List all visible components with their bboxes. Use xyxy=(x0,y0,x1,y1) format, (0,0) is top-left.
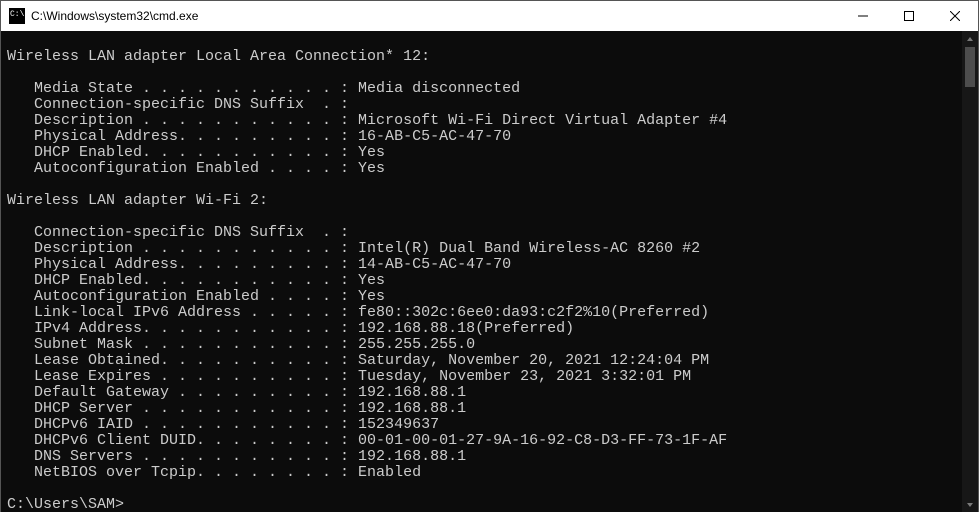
minimize-button[interactable] xyxy=(840,1,886,31)
client-area: Wireless LAN adapter Local Area Connecti… xyxy=(1,31,978,512)
vertical-scrollbar[interactable] xyxy=(962,31,978,512)
scroll-thumb[interactable] xyxy=(965,47,975,87)
cmd-icon xyxy=(9,8,25,24)
window-title: C:\Windows\system32\cmd.exe xyxy=(31,9,198,23)
terminal-text[interactable]: Wireless LAN adapter Local Area Connecti… xyxy=(7,33,962,512)
titlebar[interactable]: C:\Windows\system32\cmd.exe xyxy=(1,1,978,31)
close-button[interactable] xyxy=(932,1,978,31)
scroll-up-button[interactable] xyxy=(962,31,978,47)
scroll-down-button[interactable] xyxy=(962,497,978,512)
scroll-track[interactable] xyxy=(962,47,978,497)
terminal-output-area[interactable]: Wireless LAN adapter Local Area Connecti… xyxy=(1,31,962,512)
maximize-button[interactable] xyxy=(886,1,932,31)
cmd-window: C:\Windows\system32\cmd.exe Wireless LAN… xyxy=(0,0,979,512)
